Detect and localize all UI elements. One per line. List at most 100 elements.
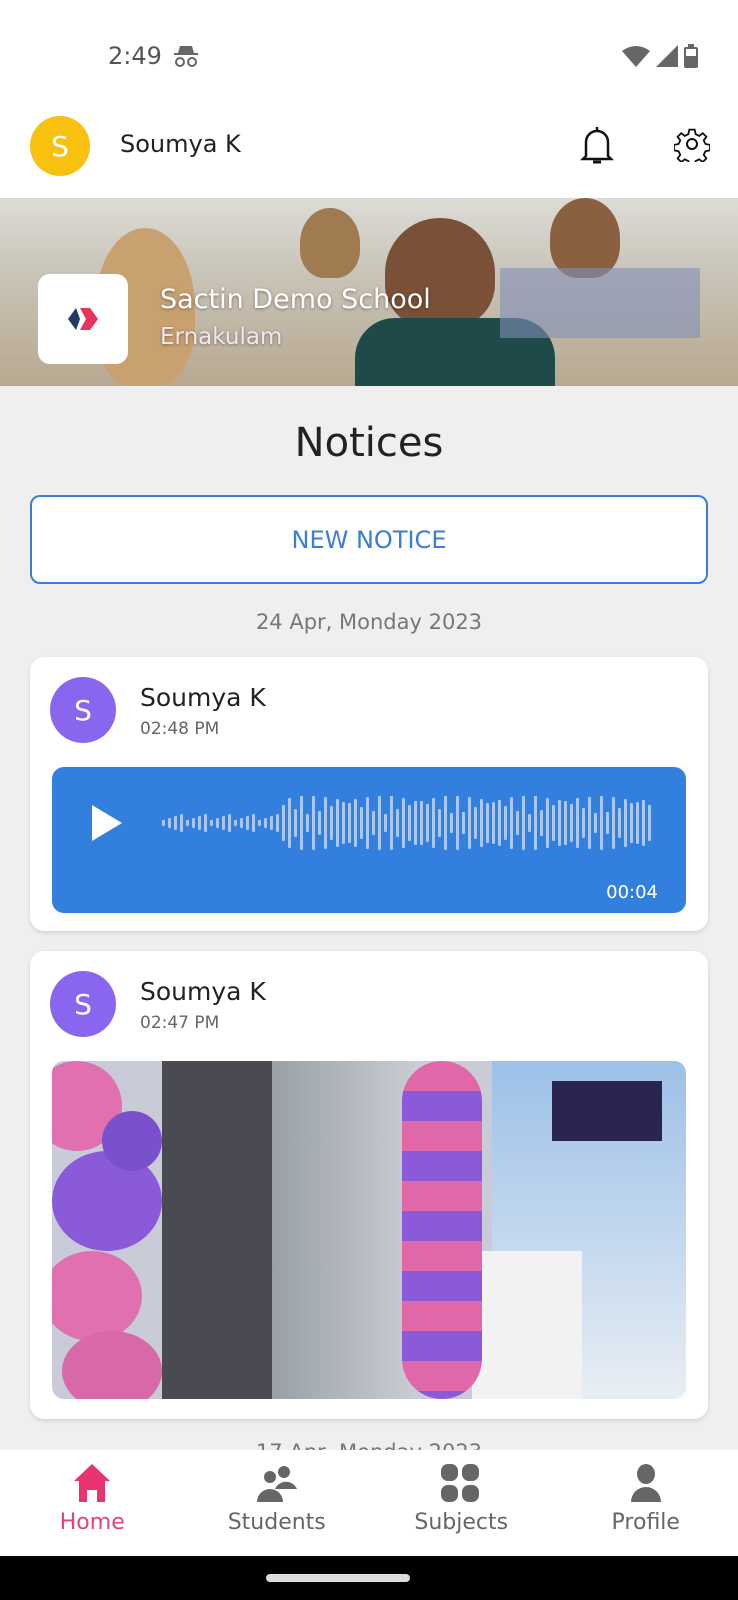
- waveform-bar: [168, 818, 171, 828]
- waveform-bar: [504, 806, 507, 840]
- nav-students[interactable]: Students: [185, 1450, 370, 1556]
- waveform-bar: [402, 797, 405, 849]
- nav-label: Students: [227, 1510, 326, 1535]
- notice-time: 02:48 PM: [140, 719, 220, 739]
- avatar-initial: S: [51, 129, 69, 163]
- notice-card[interactable]: S Soumya K 02:48 PM 00:04: [30, 657, 708, 931]
- school-logo-icon: [68, 308, 98, 330]
- waveform-bar: [180, 814, 183, 832]
- waveform-bar: [396, 808, 399, 838]
- waveform-bar: [624, 798, 627, 848]
- waveform-bar: [252, 814, 255, 832]
- waveform-bar: [378, 796, 381, 850]
- waveform-bar: [216, 818, 219, 828]
- waveform-bar: [432, 798, 435, 848]
- nav-profile[interactable]: Profile: [554, 1450, 738, 1556]
- incognito-icon: [174, 46, 198, 67]
- waveform-bar: [498, 799, 501, 847]
- waveform-bar: [288, 797, 291, 849]
- notice-image[interactable]: [52, 1061, 686, 1399]
- date-header: 24 Apr, Monday 2023: [255, 610, 483, 634]
- waveform-bar: [354, 799, 357, 847]
- play-icon[interactable]: [92, 805, 122, 841]
- waveform-bar: [300, 796, 303, 850]
- waveform-bar: [330, 806, 333, 840]
- waveform-bar: [192, 818, 195, 828]
- subjects-icon: [441, 1464, 480, 1502]
- user-name: Soumya K: [120, 130, 241, 158]
- status-bar: 2:49: [0, 0, 738, 100]
- author-avatar: S: [50, 971, 116, 1037]
- waveform-bar: [324, 797, 327, 849]
- audio-duration: 00:04: [606, 882, 658, 903]
- waveform-bar: [636, 801, 639, 845]
- bottom-nav: Home Students Subjects Profile: [0, 1450, 738, 1556]
- waveform-bar: [270, 816, 273, 830]
- battery-icon: [684, 44, 698, 68]
- waveform-bar: [204, 814, 207, 832]
- waveform-bar: [444, 796, 447, 850]
- waveform-bar: [480, 798, 483, 848]
- waveform-bar: [558, 800, 561, 846]
- waveform-bar: [642, 799, 645, 847]
- waveform-bar: [486, 802, 489, 844]
- waveform-bar: [612, 796, 615, 850]
- nav-home[interactable]: Home: [0, 1450, 185, 1556]
- waveform-bar: [594, 812, 597, 834]
- nav-label: Subjects: [414, 1510, 509, 1535]
- school-logo: [38, 274, 128, 364]
- notice-card[interactable]: S Soumya K 02:47 PM: [30, 951, 708, 1419]
- user-avatar[interactable]: S: [30, 116, 90, 176]
- waveform-bar: [468, 796, 471, 850]
- waveform-bar: [618, 807, 621, 839]
- waveform-bar: [222, 816, 225, 830]
- waveform-bar: [282, 804, 285, 842]
- home-gesture-handle[interactable]: [266, 1574, 410, 1582]
- waveform-bar: [342, 802, 345, 844]
- waveform-bar: [258, 820, 261, 826]
- profile-icon: [630, 1464, 661, 1502]
- home-icon: [74, 1464, 111, 1502]
- waveform-bar: [414, 800, 417, 846]
- page-title: Notices: [294, 420, 444, 466]
- waveform-bar: [510, 797, 513, 849]
- waveform-bar: [276, 814, 279, 832]
- waveform-bar: [540, 809, 543, 837]
- waveform-bar: [534, 796, 537, 850]
- waveform-bar: [210, 820, 213, 826]
- waveform-bar: [366, 796, 369, 850]
- bell-icon[interactable]: [580, 124, 614, 166]
- waveform-bar: [570, 803, 573, 843]
- waveform-bar: [264, 818, 267, 828]
- wifi-icon: [622, 46, 650, 67]
- gear-icon[interactable]: [674, 126, 710, 162]
- notice-time: 02:47 PM: [140, 1013, 220, 1033]
- audio-waveform[interactable]: [162, 795, 658, 851]
- new-notice-button[interactable]: NEW NOTICE: [30, 495, 708, 584]
- nav-label: Home: [59, 1510, 125, 1535]
- waveform-bar: [552, 805, 555, 841]
- waveform-bar: [522, 796, 525, 850]
- waveform-bar: [606, 812, 609, 834]
- waveform-bar: [234, 820, 237, 826]
- waveform-bar: [438, 808, 441, 838]
- waveform-bar: [588, 796, 591, 850]
- waveform-bar: [630, 803, 633, 843]
- waveform-bar: [312, 796, 315, 850]
- signal-icon: [656, 45, 678, 67]
- waveform-bar: [228, 814, 231, 832]
- avatar-initial: S: [74, 693, 92, 727]
- avatar-initial: S: [74, 987, 92, 1021]
- waveform-bar: [546, 797, 549, 849]
- waveform-bar: [360, 806, 363, 840]
- waveform-bar: [564, 801, 567, 845]
- status-time: 2:49: [108, 42, 162, 70]
- school-location: Ernakulam: [160, 324, 283, 350]
- waveform-bar: [240, 818, 243, 828]
- waveform-bar: [516, 810, 519, 836]
- waveform-bar: [600, 796, 603, 850]
- nav-subjects[interactable]: Subjects: [369, 1450, 554, 1556]
- waveform-bar: [294, 809, 297, 837]
- waveform-bar: [420, 800, 423, 846]
- waveform-bar: [528, 814, 531, 832]
